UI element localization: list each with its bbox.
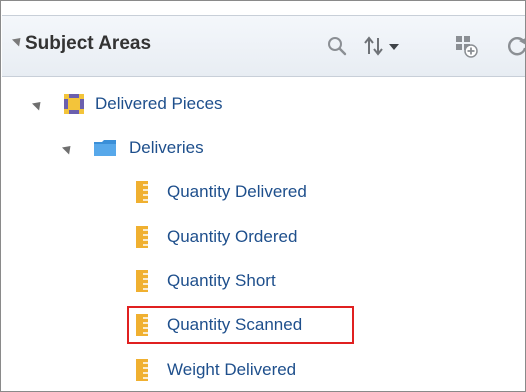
tree-item-label: Weight Delivered — [167, 360, 297, 379]
tree-item-measure[interactable]: Quantity Short — [135, 263, 276, 299]
sort-icon[interactable] — [360, 30, 410, 62]
expand-triangle-icon[interactable] — [31, 97, 45, 111]
tree-item-measure[interactable]: Quantity Delivered — [135, 174, 307, 210]
tree-item-label: Quantity Ordered — [167, 227, 298, 246]
add-grid-icon[interactable] — [452, 30, 480, 62]
measure-icon — [135, 358, 149, 382]
measure-icon — [135, 269, 149, 293]
subject-areas-panel: Subject Areas Delivered Pieces Deliverie… — [0, 0, 526, 392]
tree-item-label: Deliveries — [129, 138, 204, 157]
measure-icon — [135, 313, 149, 337]
tree-item-label: Quantity Scanned — [167, 315, 303, 334]
tree-item-measure-selected[interactable]: Quantity Scanned — [135, 307, 302, 343]
search-icon[interactable] — [322, 30, 352, 62]
measure-icon — [135, 180, 149, 204]
folder-icon — [93, 139, 117, 157]
tree-item-delivered-pieces[interactable]: Delivered Pieces — [31, 86, 223, 122]
refresh-icon[interactable] — [504, 30, 525, 62]
expand-triangle-icon[interactable] — [61, 141, 75, 155]
tree-item-label: Quantity Short — [167, 271, 276, 290]
collapse-triangle-icon[interactable] — [11, 34, 25, 47]
tree-item-measure[interactable]: Quantity Ordered — [135, 219, 297, 255]
tree-item-deliveries[interactable]: Deliveries — [61, 130, 204, 166]
panel-header: Subject Areas — [2, 15, 525, 77]
top-strip — [1, 1, 525, 15]
tree-item-label: Quantity Delivered — [167, 182, 307, 201]
subject-area-icon — [63, 93, 85, 115]
panel-title: Subject Areas — [25, 33, 152, 54]
tree-item-measure[interactable]: Weight Delivered — [135, 352, 296, 388]
tree-item-label: Delivered Pieces — [95, 94, 223, 113]
measure-icon — [135, 225, 149, 249]
